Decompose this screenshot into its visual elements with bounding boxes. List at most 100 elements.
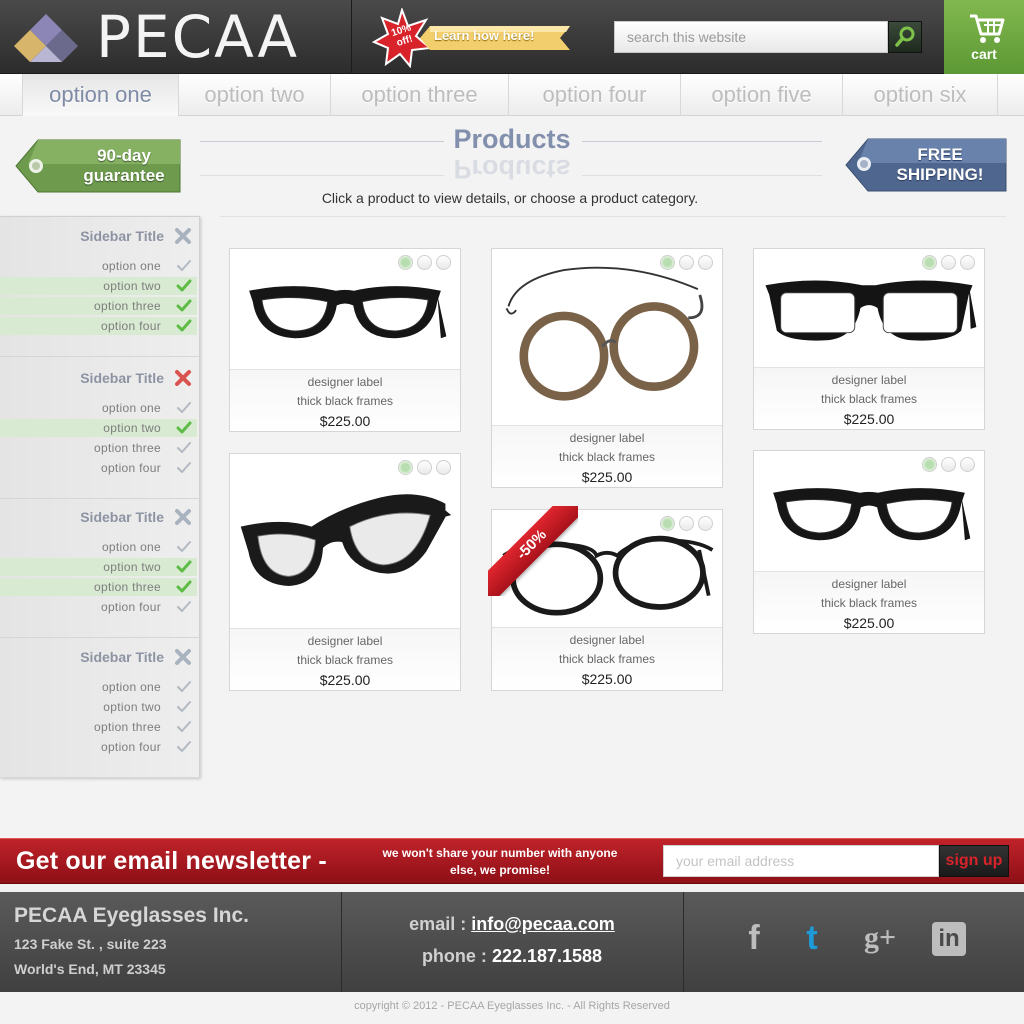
twitter-icon[interactable]: t [792,918,832,958]
color-swatches [660,255,716,271]
check-icon[interactable] [176,401,192,415]
sidebar-item[interactable]: option two [0,698,197,716]
footer-phone-label: phone : [421,946,487,966]
product-card[interactable]: designer label thick black frames $225.00 [229,248,461,432]
close-icon[interactable] [174,369,192,387]
color-swatch[interactable] [941,457,956,472]
sidebar-item[interactable]: option three [0,439,197,457]
nav-option-two[interactable]: option two [178,74,330,116]
title-rule-left [200,141,444,142]
nav-option-six[interactable]: option six [842,74,998,116]
color-swatch[interactable] [922,255,937,270]
product-description: thick black frames [820,596,918,610]
color-swatch[interactable] [398,460,413,475]
newsletter-email-input[interactable]: your email address [663,845,939,877]
product-card[interactable]: designer label thick black frames $225.00 [491,248,723,488]
search-button[interactable] [888,21,922,53]
check-icon[interactable] [176,299,192,313]
check-icon[interactable] [176,740,192,754]
sidebar-item[interactable]: option three [0,297,197,315]
check-icon[interactable] [176,540,192,554]
close-icon[interactable] [174,227,192,245]
product-image[interactable] [230,454,460,628]
color-swatch[interactable] [436,255,451,270]
product-price: $225.00 [581,469,633,485]
close-icon[interactable] [174,508,192,526]
google-plus-icon[interactable]: g+ [860,918,900,958]
nav-option-one[interactable]: option one [22,74,178,116]
color-swatch[interactable] [941,255,956,270]
color-swatch[interactable] [660,516,675,531]
product-description: thick black frames [558,652,656,666]
sidebar-item[interactable]: option four [0,598,197,616]
check-icon[interactable] [176,319,192,333]
check-icon[interactable] [176,580,192,594]
product-info: designer label thick black frames $225.00 [754,571,984,633]
sidebar-item[interactable]: option four [0,317,197,335]
logo[interactable]: PECAA [0,0,352,74]
promo-link[interactable]: Learn how here! [434,28,534,43]
color-swatch[interactable] [398,255,413,270]
sidebar-item[interactable]: option one [0,399,197,417]
cart-icon [970,14,1005,43]
color-swatch[interactable] [960,457,975,472]
color-swatch[interactable] [660,255,675,270]
color-swatch[interactable] [679,255,694,270]
check-icon[interactable] [176,461,192,475]
color-swatch[interactable] [679,516,694,531]
footer-email-link[interactable]: info@pecaa.com [471,914,615,934]
check-icon[interactable] [176,279,192,293]
nav-option-four[interactable]: option four [508,74,680,116]
sidebar-section: Sidebar Title option one option two option … [0,359,200,499]
footer-email: email : info@pecaa.com [342,914,682,935]
product-card[interactable]: designer label thick black frames $225.00 [753,450,985,634]
sidebar-item[interactable]: option four [0,738,197,756]
color-swatch[interactable] [436,460,451,475]
search-input[interactable]: search this website [614,21,888,53]
sidebar-item[interactable]: option two [0,419,197,437]
color-swatch[interactable] [417,255,432,270]
sidebar-item[interactable]: option one [0,257,197,275]
product-info: designer label thick black frames $225.00 [230,628,460,690]
check-icon[interactable] [176,700,192,714]
color-swatches [398,460,454,476]
sidebar-item[interactable]: option one [0,678,197,696]
color-swatches [922,457,978,473]
sidebar-item[interactable]: option three [0,718,197,736]
color-swatch[interactable] [960,255,975,270]
product-card[interactable]: designer label thick black frames $225.00 [753,248,985,430]
check-icon[interactable] [176,560,192,574]
page-title-reflection: Products [453,154,571,184]
nav-option-five[interactable]: option five [680,74,842,116]
facebook-icon[interactable]: f [734,918,774,958]
close-icon[interactable] [174,648,192,666]
product-info: designer label thick black frames $225.00 [492,627,722,690]
color-swatch[interactable] [417,460,432,475]
check-icon[interactable] [176,720,192,734]
sidebar-section: Sidebar Title option one option two option … [0,217,200,357]
product-card[interactable]: designer label thick black frames $225.00 [229,453,461,691]
product-image[interactable] [492,249,722,425]
color-swatch[interactable] [698,516,713,531]
check-icon[interactable] [176,680,192,694]
sidebar-item[interactable]: option two [0,277,197,295]
sidebar-item[interactable]: option four [0,459,197,477]
sidebar-item[interactable]: option three [0,578,197,596]
color-swatch[interactable] [922,457,937,472]
color-swatch[interactable] [698,255,713,270]
product-card[interactable]: -50% designer label thick black frames $225… [488,506,723,691]
check-icon[interactable] [176,259,192,273]
title-rule-left-reflection [200,175,444,176]
nav-option-three[interactable]: option three [330,74,508,116]
check-icon[interactable] [176,421,192,435]
sidebar-item[interactable]: option one [0,538,197,556]
product-info: designer label thick black frames $225.00 [230,369,460,431]
check-icon[interactable] [176,441,192,455]
promo-banner[interactable]: 10% off! Learn how here! [372,8,582,68]
product-description: thick black frames [296,394,394,408]
cart-button[interactable]: cart [944,0,1024,74]
sidebar-item[interactable]: option two [0,558,197,576]
linkedin-icon[interactable]: in [932,922,966,956]
newsletter-signup-button[interactable]: sign up [939,845,1009,877]
check-icon[interactable] [176,600,192,614]
